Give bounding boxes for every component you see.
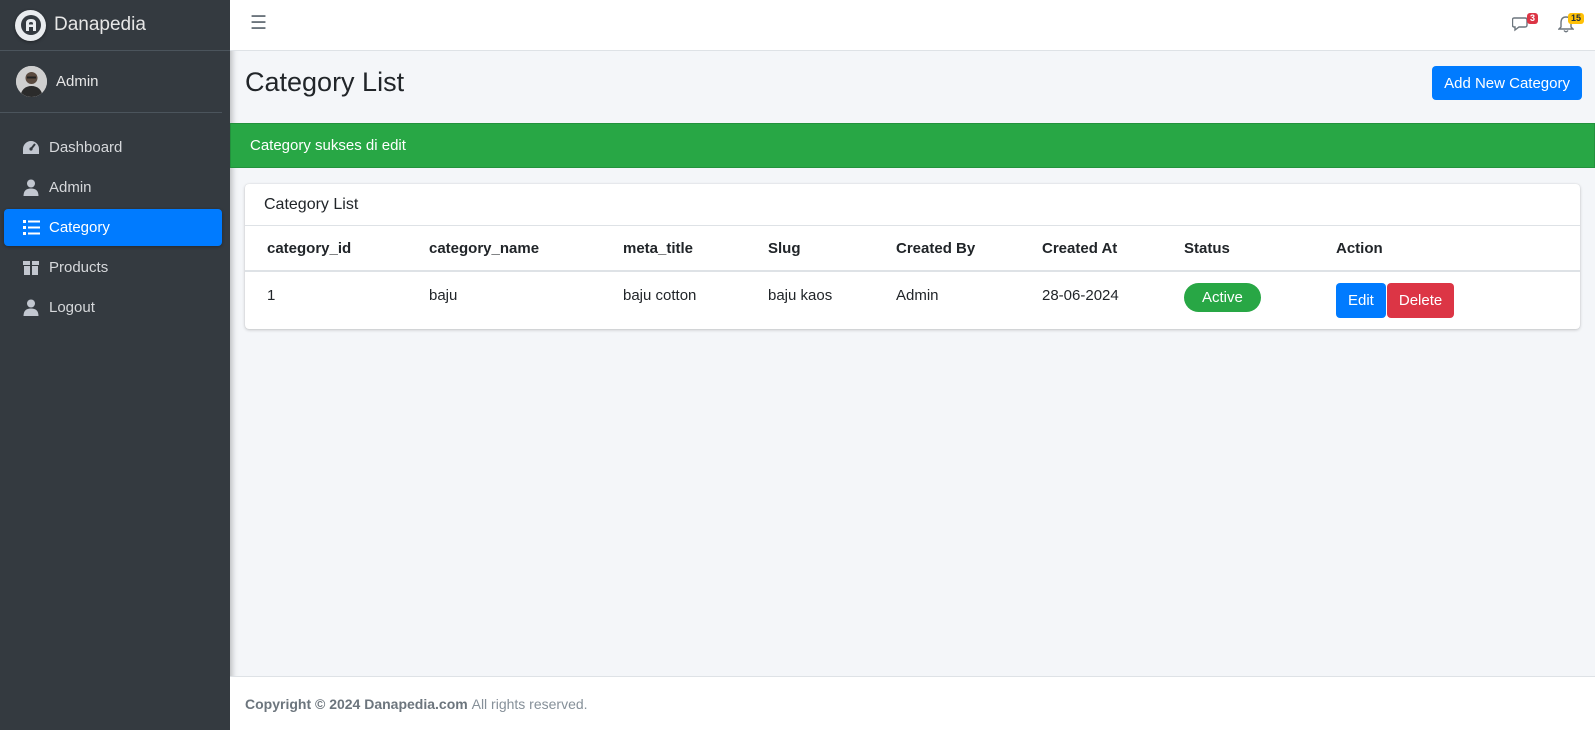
brand-name: Danapedia xyxy=(54,14,146,35)
cell-status: Active xyxy=(1162,271,1314,326)
sidebar-item-label: Category xyxy=(49,219,110,236)
notifications-badge: 15 xyxy=(1567,13,1584,24)
table-header-row: category_id category_name meta_title Slu… xyxy=(245,226,1580,272)
add-new-category-button[interactable]: Add New Category xyxy=(1432,66,1582,100)
user-name: Admin xyxy=(56,73,99,90)
column-header[interactable]: Slug xyxy=(746,226,874,272)
success-alert: Category sukses di edit xyxy=(230,123,1595,168)
delete-button[interactable]: Delete xyxy=(1386,283,1455,318)
user-icon xyxy=(22,299,40,317)
cell-slug: baju kaos xyxy=(768,287,833,304)
sidebar-item-products[interactable]: Products xyxy=(4,249,222,286)
column-header: Action xyxy=(1314,226,1580,272)
footer-rights: All rights reserved. xyxy=(471,695,588,712)
category-card: Category List category_id category_name … xyxy=(245,184,1580,329)
cell-created-by: Admin xyxy=(896,287,939,304)
brand-logo-icon xyxy=(15,9,46,41)
sidebar-item-category[interactable]: Category xyxy=(4,209,222,246)
column-header[interactable]: category_name xyxy=(407,226,601,272)
sidebar-item-dashboard[interactable]: Dashboard xyxy=(4,129,222,166)
column-header[interactable]: category_id xyxy=(245,226,407,272)
cell-action: Edit Delete xyxy=(1314,271,1580,326)
messages-badge: 3 xyxy=(1526,13,1538,24)
sidebar-item-admin[interactable]: Admin xyxy=(4,169,222,206)
main-content: Category List Add New Category Category … xyxy=(230,51,1595,676)
gauge-icon xyxy=(22,139,40,157)
footer-copyright: Copyright © 2024 Danapedia.com xyxy=(245,695,468,712)
box-icon xyxy=(22,259,40,277)
category-table: category_id category_name meta_title Slu… xyxy=(245,226,1580,326)
user-icon xyxy=(22,179,40,197)
cell-category-name: baju xyxy=(429,287,458,304)
sidebar-item-label: Dashboard xyxy=(49,139,123,156)
cell-meta-title: baju cotton xyxy=(623,287,697,304)
table-row: 1 baju baju cotton baju kaos Admin 28-06… xyxy=(245,271,1580,326)
sidebar-item-logout[interactable]: Logout xyxy=(4,289,222,326)
messages-button[interactable]: 3 xyxy=(1512,13,1538,34)
sidebar-item-label: Products xyxy=(49,259,109,276)
footer: Copyright © 2024 Danapedia.com All right… xyxy=(230,676,1595,730)
cell-created-at: 28-06-2024 xyxy=(1042,287,1119,304)
edit-button[interactable]: Edit xyxy=(1336,283,1386,318)
column-header[interactable]: Created By xyxy=(874,226,1020,272)
avatar xyxy=(16,66,47,97)
column-header[interactable]: Status xyxy=(1162,226,1314,272)
column-header[interactable]: Created At xyxy=(1020,226,1162,272)
sidebar-nav: Dashboard Admin Category Products Logout xyxy=(0,129,230,326)
menu-toggle-icon[interactable]: ☰ xyxy=(250,14,267,34)
brand-link[interactable]: Danapedia xyxy=(0,0,230,51)
top-navbar: ☰ 3 15 xyxy=(230,0,1595,51)
status-badge: Active xyxy=(1184,283,1261,312)
column-header[interactable]: meta_title xyxy=(601,226,746,272)
user-panel[interactable]: Admin xyxy=(0,51,222,113)
sidebar: Danapedia Admin Dashboard Admin Category… xyxy=(0,0,230,730)
page-title: Category List xyxy=(245,67,405,97)
list-icon xyxy=(22,219,40,237)
sidebar-item-label: Admin xyxy=(49,179,92,196)
card-title: Category List xyxy=(245,184,1580,226)
sidebar-item-label: Logout xyxy=(49,299,95,316)
cell-category-id: 1 xyxy=(267,287,276,304)
notifications-button[interactable]: 15 xyxy=(1558,13,1584,34)
